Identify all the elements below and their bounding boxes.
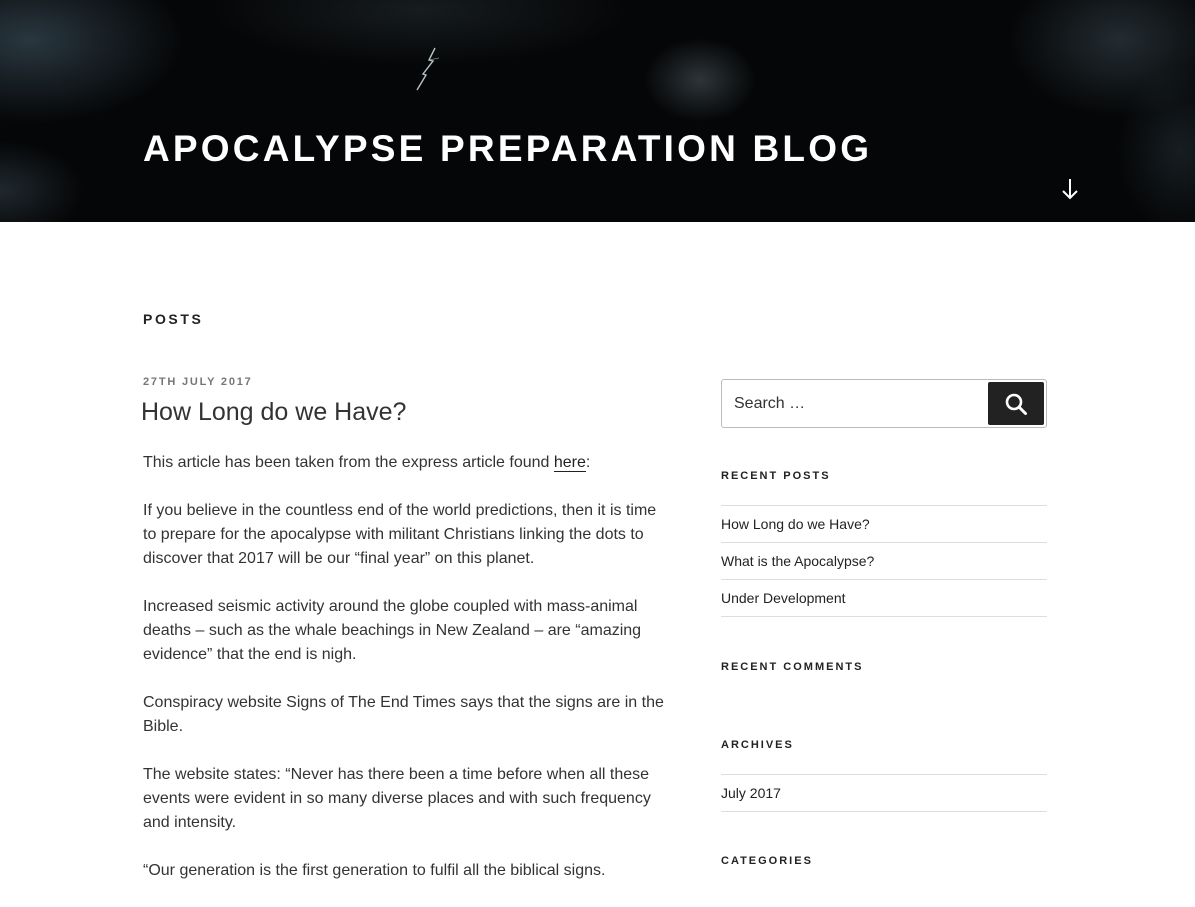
post-title[interactable]: How Long do we Have? [141,396,673,428]
recent-post-link[interactable]: Under Development [721,590,846,606]
search-button[interactable] [988,382,1044,425]
recent-posts-list: How Long do we Have? What is the Apocaly… [721,505,1047,617]
archive-link[interactable]: July 2017 [721,785,781,801]
categories-title: Categories [721,855,813,867]
recent-post-link[interactable]: How Long do we Have? [721,516,870,532]
list-item: Under Development [721,580,1047,617]
post-paragraph: Conspiracy website Signs of The End Time… [143,694,664,735]
sidebar: Recent Posts How Long do we Have? What i… [721,379,1047,867]
arrow-down-icon [1062,179,1078,200]
post-paragraph: The website states: “Never has there bee… [143,766,651,831]
site-header: Apocalypse Preparation Blog [0,0,1195,222]
search-icon [1005,393,1027,415]
search-input[interactable] [722,380,986,427]
post-article: 27th July 2017 How Long do we Have? This… [141,372,673,907]
post-date[interactable]: 27th July 2017 [143,376,253,388]
archives-title: Archives [721,739,794,751]
intro-suffix: : [585,454,591,471]
page-title: Posts [143,311,204,327]
post-body: This article has been taken from the exp… [143,451,673,883]
recent-posts-title: Recent Posts [721,470,831,482]
archives-list: July 2017 [721,774,1047,812]
intro-text: This article has been taken from the exp… [143,454,554,471]
post-paragraph: Increased seismic activity around the gl… [143,598,642,663]
site-title[interactable]: Apocalypse Preparation Blog [143,128,872,170]
source-link[interactable]: here [553,454,586,472]
post-paragraph: If you believe in the countless end of t… [143,502,657,567]
post-paragraph: “Our generation is the first generation … [143,862,606,879]
search-form [721,379,1047,428]
post-paragraph: This article has been taken from the exp… [143,451,673,475]
lightning-decoration [416,47,440,91]
scroll-down-button[interactable] [1058,176,1082,202]
recent-post-link[interactable]: What is the Apocalypse? [721,553,874,569]
recent-comments-title: Recent Comments [721,661,864,673]
list-item: How Long do we Have? [721,506,1047,543]
list-item: What is the Apocalypse? [721,543,1047,580]
list-item: July 2017 [721,775,1047,812]
